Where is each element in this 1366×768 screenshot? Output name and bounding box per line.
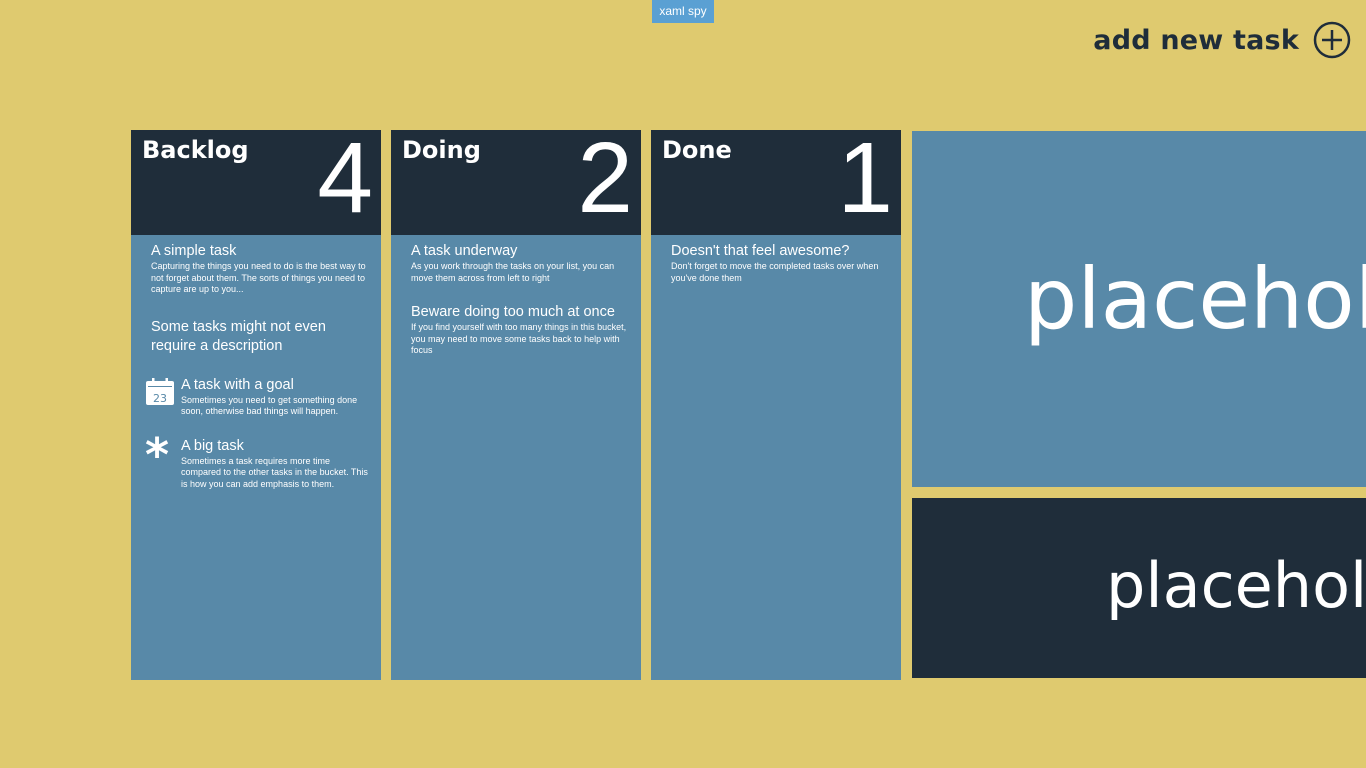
task-title: A simple task	[151, 243, 237, 259]
task-description: As you work through the tasks on your li…	[411, 261, 615, 283]
task-title: A task with a goal	[181, 376, 294, 393]
task-item[interactable]: A task underway As you work through the …	[391, 243, 641, 284]
task-item[interactable]: * A big task Sometimes a task requires m…	[131, 432, 381, 491]
calendar-day: 23	[153, 392, 167, 405]
add-new-task-button[interactable]: add new task	[1093, 18, 1351, 62]
bucket-count: 2	[577, 130, 633, 234]
bucket-header: Doing 2	[391, 130, 641, 235]
task-title: A task underway	[411, 243, 518, 259]
bucket-count: 1	[837, 130, 893, 234]
calendar-icon: 23	[146, 377, 174, 405]
bucket-backlog[interactable]: Backlog 4 A simple task Capturing the th…	[131, 130, 381, 680]
placeholder-tile-large[interactable]: placeholder	[912, 131, 1366, 487]
task-description: Don't forget to move the completed tasks…	[671, 261, 879, 283]
task-item[interactable]: Some tasks might not even require a desc…	[131, 318, 381, 356]
add-new-task-label: add new task	[1093, 24, 1299, 56]
task-item[interactable]: Doesn't that feel awesome? Don't forget …	[651, 243, 901, 284]
bucket-header: Backlog 4	[131, 130, 381, 235]
task-description: Sometimes you need to get something done…	[181, 394, 358, 417]
placeholder-text: placeholder	[1024, 250, 1366, 348]
task-title: Doesn't that feel awesome?	[671, 243, 850, 259]
asterisk-icon: *	[145, 427, 170, 482]
bucket-doing[interactable]: Doing 2 A task underway As you work thro…	[391, 130, 641, 680]
bucket-done[interactable]: Done 1 Doesn't that feel awesome? Don't …	[651, 130, 901, 680]
placeholder-tile-wide[interactable]: placeholder	[912, 498, 1366, 678]
task-item[interactable]: 23 A task with a goal Sometimes you need…	[131, 377, 381, 418]
task-description: Sometimes a task requires more time comp…	[181, 455, 368, 489]
xaml-spy-button[interactable]: xaml spy	[652, 0, 714, 23]
task-description: Capturing the things you need to do is t…	[151, 261, 366, 294]
task-title: Beware doing too much at once	[411, 304, 615, 320]
bucket-title: Backlog	[142, 136, 249, 164]
placeholder-text: placeholder	[1106, 549, 1366, 622]
bucket-header: Done 1	[651, 130, 901, 235]
bucket-count: 4	[317, 130, 373, 234]
task-item[interactable]: A simple task Capturing the things you n…	[131, 243, 381, 296]
task-title: A big task	[181, 437, 244, 454]
bucket-title: Done	[662, 136, 732, 164]
bucket-title: Doing	[402, 136, 481, 164]
task-item[interactable]: Beware doing too much at once If you fin…	[391, 304, 641, 357]
plus-circle-icon	[1313, 21, 1351, 59]
task-description: If you find yourself with too many thing…	[411, 322, 627, 355]
task-title: Some tasks might not even require a desc…	[151, 318, 326, 354]
